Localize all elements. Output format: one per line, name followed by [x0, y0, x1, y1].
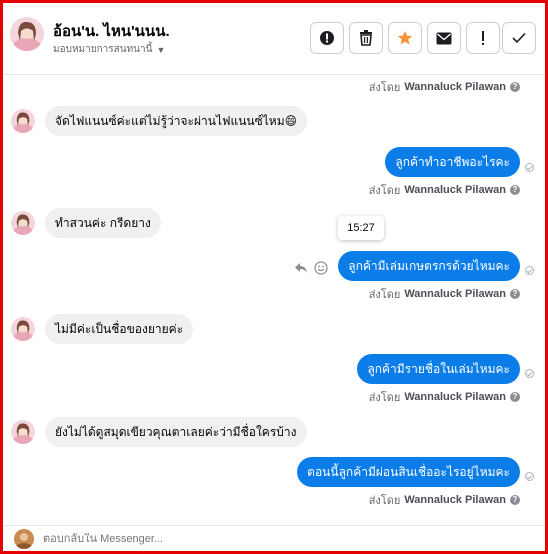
reply-icon[interactable] [294, 262, 308, 274]
contact-avatar[interactable] [10, 17, 44, 51]
sender-name: Wannaluck Pilawan [404, 288, 506, 300]
seen-check-icon [525, 163, 534, 172]
assign-conversation-dropdown[interactable]: มอบหมายการสนทนานี้ ▼ [53, 42, 165, 57]
incoming-message-row: ยังไม่ได้ดูสมุดเขียวคุณตาเลยค่ะว่ามีชื่อ… [11, 417, 307, 447]
outgoing-message-bubble[interactable]: ตอนนี้ลูกค้ามีผ่อนสินเชื่ออะไรอยู่ไหมคะ [297, 457, 520, 487]
star-button[interactable] [388, 22, 422, 54]
seen-check-icon [525, 266, 534, 275]
reply-composer [3, 525, 545, 551]
help-icon[interactable]: ? [510, 185, 520, 195]
messenger-window: อ้อน'น. ไหน'นนน. มอบหมายการสนทนานี้ ▼ ส่… [0, 0, 548, 554]
incoming-message-row: จัดไฟแนนซ์ค่ะแต่ไม่รู้ว่าจะผ่านไฟแนนซ์ไห… [11, 106, 308, 136]
help-icon[interactable]: ? [510, 82, 520, 92]
outgoing-message-bubble[interactable]: ลูกค้าทำอาชีพอะไรคะ [385, 147, 520, 177]
timestamp-tooltip: 15:27 [338, 216, 384, 240]
envelope-icon [436, 32, 452, 44]
sent-by-prefix: ส่งโดย [368, 185, 401, 197]
contact-avatar-small[interactable] [11, 109, 35, 133]
incoming-message-bubble[interactable]: ทำสวนค่ะ กรีดยาง [45, 208, 161, 238]
reply-input[interactable] [43, 532, 343, 545]
help-icon[interactable]: ? [510, 495, 520, 505]
star-icon [398, 31, 412, 45]
emoji-react-icon[interactable] [314, 261, 328, 275]
sender-name: Wannaluck Pilawan [404, 494, 506, 506]
delete-button[interactable] [349, 22, 383, 54]
contact-avatar-small[interactable] [11, 420, 35, 444]
sender-name: Wannaluck Pilawan [404, 184, 506, 196]
mark-unread-button[interactable] [427, 22, 461, 54]
info-icon [320, 31, 334, 45]
sent-by-label: ส่งโดย Wannaluck Pilawan ? [369, 78, 520, 96]
mark-done-button[interactable] [502, 22, 536, 54]
incoming-message-bubble[interactable]: ไม่มีค่ะเป็นชื่อของยายค่ะ [45, 314, 194, 344]
sent-by-label: ส่งโดย Wannaluck Pilawan ? [369, 181, 520, 199]
contact-avatar-small[interactable] [11, 317, 35, 341]
message-hover-actions [294, 261, 328, 275]
page-avatar [14, 528, 34, 549]
caret-down-icon: ▼ [156, 44, 166, 55]
seen-check-icon [525, 369, 534, 378]
spam-button[interactable] [466, 22, 500, 54]
info-button[interactable] [310, 22, 344, 54]
incoming-message-row: ไม่มีค่ะเป็นชื่อของยายค่ะ [11, 314, 194, 344]
incoming-message-bubble[interactable]: ยังไม่ได้ดูสมุดเขียวคุณตาเลยค่ะว่ามีชื่อ… [45, 417, 307, 447]
sent-by-prefix: ส่งโดย [368, 82, 401, 94]
conversation-header: อ้อน'น. ไหน'นนน. มอบหมายการสนทนานี้ ▼ [3, 3, 545, 75]
exclamation-icon [482, 31, 484, 45]
check-icon [512, 32, 526, 44]
sent-by-prefix: ส่งโดย [368, 289, 401, 301]
sent-by-label: ส่งโดย Wannaluck Pilawan ? [369, 388, 520, 406]
outgoing-message-bubble[interactable]: ลูกค้ามีรายชื่อในเล่มไหมคะ [357, 354, 520, 384]
contact-avatar-small[interactable] [11, 211, 35, 235]
sent-by-label: ส่งโดย Wannaluck Pilawan ? [369, 491, 520, 509]
help-icon[interactable]: ? [510, 289, 520, 299]
sent-by-prefix: ส่งโดย [368, 392, 401, 404]
incoming-message-bubble[interactable]: จัดไฟแนนซ์ค่ะแต่ไม่รู้ว่าจะผ่านไฟแนนซ์ไห… [45, 106, 308, 136]
help-icon[interactable]: ? [510, 392, 520, 402]
trash-icon [360, 30, 372, 46]
sent-by-prefix: ส่งโดย [368, 495, 401, 507]
seen-check-icon [525, 472, 534, 481]
incoming-message-row: ทำสวนค่ะ กรีดยาง [11, 208, 161, 238]
message-thread[interactable]: ส่งโดย Wannaluck Pilawan ? จัดไฟแนนซ์ค่ะ… [3, 75, 545, 525]
sent-by-label: ส่งโดย Wannaluck Pilawan ? [369, 285, 520, 303]
sender-name: Wannaluck Pilawan [404, 81, 506, 93]
sender-name: Wannaluck Pilawan [404, 391, 506, 403]
assign-label: มอบหมายการสนทนานี้ [53, 44, 153, 55]
outgoing-message-bubble[interactable]: ลูกค้ามีเล่มเกษตรกรด้วยไหมคะ [338, 251, 520, 281]
contact-name: อ้อน'น. ไหน'นนน. [53, 23, 170, 40]
